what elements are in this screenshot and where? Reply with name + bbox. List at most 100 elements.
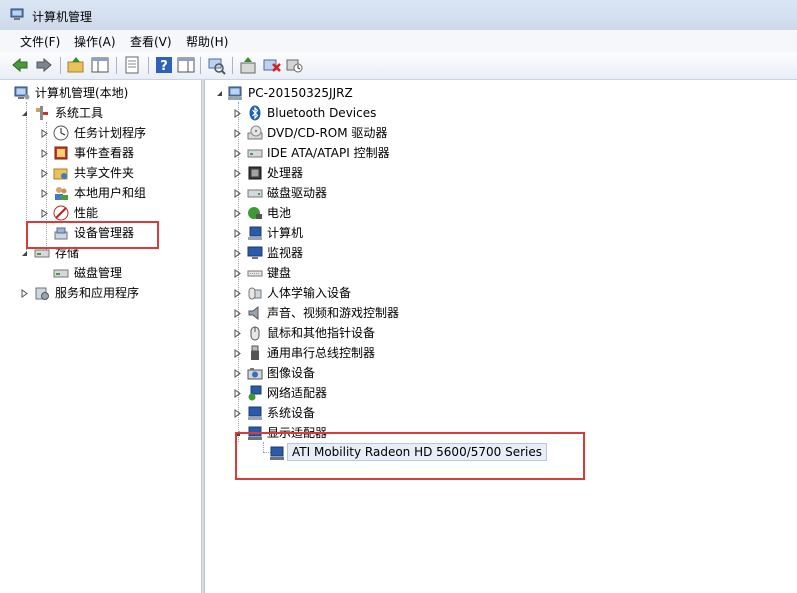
device-category-label: 电池: [267, 206, 292, 220]
back-arrow-icon[interactable]: [10, 55, 30, 75]
up-folder-icon[interactable]: [66, 55, 86, 75]
device-category-label: 声音、视频和游戏控制器: [267, 306, 400, 320]
bluetooth-icon: [249, 105, 261, 121]
toolbar-separator: [200, 57, 201, 74]
expand-arrow-icon[interactable]: [20, 289, 29, 298]
expand-arrow-icon[interactable]: [233, 169, 242, 178]
expand-arrow-icon[interactable]: [233, 389, 242, 398]
speaker-icon: [248, 305, 259, 321]
mouse-icon: [250, 326, 260, 341]
menu-help[interactable]: 帮助(H): [184, 33, 230, 50]
show-hide-console-tree-icon[interactable]: [90, 55, 110, 75]
keyboard-icon: [247, 270, 263, 277]
device-category-label: 处理器: [267, 166, 304, 180]
device-category-label: 键盘: [267, 266, 292, 280]
monitor-icon: [247, 246, 263, 259]
disk-management-icon: [53, 269, 69, 278]
tree-label-system-tools: 系统工具: [55, 106, 104, 120]
device-category-label: 图像设备: [267, 366, 316, 380]
expand-arrow-icon[interactable]: [233, 229, 242, 238]
menu-bar: 文件(F) 操作(A) 查看(V) 帮助(H): [0, 30, 797, 52]
device-category-label: Bluetooth Devices: [267, 106, 377, 120]
update-driver-icon[interactable]: [238, 55, 258, 75]
expand-arrow-icon[interactable]: [233, 329, 242, 338]
tree-label-services-apps: 服务和应用程序: [55, 286, 140, 300]
computer-icon: [248, 226, 262, 240]
tree-label-shared-folders: 共享文件夹: [74, 166, 135, 180]
menu-file[interactable]: 文件(F): [18, 33, 62, 50]
device-tree-pane: PC-20150325JJRZ Bluetooth Devices DVD/CD…: [205, 80, 797, 593]
expand-arrow-icon[interactable]: [233, 269, 242, 278]
expand-arrow-icon[interactable]: [233, 209, 242, 218]
expand-arrow-icon[interactable]: [40, 129, 49, 138]
expand-arrow-icon[interactable]: [233, 289, 242, 298]
device-category-label: DVD/CD-ROM 驱动器: [267, 126, 388, 140]
tree-label-task-scheduler: 任务计划程序: [74, 126, 147, 140]
event-viewer-icon: [54, 146, 68, 160]
tree-label-event-viewer: 事件查看器: [74, 146, 135, 160]
uninstall-icon[interactable]: [262, 55, 282, 75]
expand-arrow-icon[interactable]: [233, 369, 242, 378]
toolbar-separator: [116, 57, 117, 74]
svg-text:?: ?: [160, 59, 168, 74]
menu-view[interactable]: 查看(V): [128, 33, 174, 50]
expand-arrow-icon[interactable]: [40, 169, 49, 178]
battery-icon: [248, 207, 262, 219]
performance-icon: [53, 205, 69, 221]
system-devices-icon: [248, 406, 262, 420]
expand-arrow-icon[interactable]: [40, 209, 49, 218]
services-icon: [35, 287, 49, 300]
device-category-label: 通用串行总线控制器: [267, 346, 376, 360]
title-bar: 计算机管理: [0, 0, 797, 30]
help-icon[interactable]: ?: [154, 55, 174, 75]
expand-arrow-icon[interactable]: [233, 129, 242, 138]
disable-device-icon[interactable]: [284, 55, 304, 75]
expand-arrow-icon[interactable]: [233, 249, 242, 258]
forward-arrow-icon[interactable]: [34, 55, 54, 75]
computer-icon: [228, 86, 242, 100]
dvd-drive-icon: [247, 125, 263, 140]
collapse-arrow-icon[interactable]: [20, 109, 29, 118]
action-pane-icon[interactable]: [176, 55, 196, 75]
window-title: 计算机管理: [32, 10, 93, 24]
clock-icon: [53, 125, 69, 141]
expand-arrow-icon[interactable]: [233, 409, 242, 418]
computer-management-icon: [10, 8, 24, 20]
collapse-arrow-icon[interactable]: [215, 89, 224, 98]
expand-arrow-icon[interactable]: [40, 149, 49, 158]
toolbar-separator: [148, 57, 149, 74]
device-category-label: 磁盘驱动器: [267, 186, 328, 200]
highlight-box: [235, 432, 585, 480]
menu-action[interactable]: 操作(A): [72, 33, 118, 50]
disk-drive-icon: [247, 189, 263, 198]
expand-arrow-icon[interactable]: [233, 309, 242, 318]
device-category-label: 监视器: [267, 246, 304, 260]
device-category-label: 计算机: [267, 226, 304, 240]
console-tree-pane: 计算机管理(本地) 系统工具 任务计划程序 事件查看器 共享文件夹 本地用户和组…: [0, 80, 201, 593]
tree-label-performance: 性能: [74, 206, 99, 220]
users-icon: [55, 187, 68, 200]
tree-label-root: 计算机管理(本地): [35, 86, 129, 100]
expand-arrow-icon[interactable]: [233, 189, 242, 198]
camera-icon: [247, 368, 263, 380]
toolbar-separator: [232, 57, 233, 74]
scan-hardware-icon[interactable]: [206, 55, 226, 75]
computer-name-label: PC-20150325JJRZ: [248, 86, 353, 100]
network-adapter-icon: [248, 385, 262, 401]
shared-folder-icon: [53, 168, 68, 180]
device-category-label: 网络适配器: [267, 386, 328, 400]
collapse-arrow-icon[interactable]: [20, 249, 29, 258]
expand-arrow-icon[interactable]: [233, 109, 242, 118]
expand-arrow-icon[interactable]: [40, 189, 49, 198]
expand-arrow-icon[interactable]: [233, 349, 242, 358]
device-category-label: 系统设备: [267, 406, 316, 420]
device-category-label: IDE ATA/ATAPI 控制器: [267, 146, 390, 160]
computer-management-icon: [14, 86, 30, 100]
expand-arrow-icon[interactable]: [233, 149, 242, 158]
usb-icon: [251, 345, 259, 360]
processor-icon: [248, 166, 262, 180]
properties-icon[interactable]: [122, 55, 142, 75]
tree-label-disk-management: 磁盘管理: [74, 266, 123, 280]
ide-controller-icon: [247, 149, 263, 158]
tree-label-local-users: 本地用户和组: [74, 186, 147, 200]
